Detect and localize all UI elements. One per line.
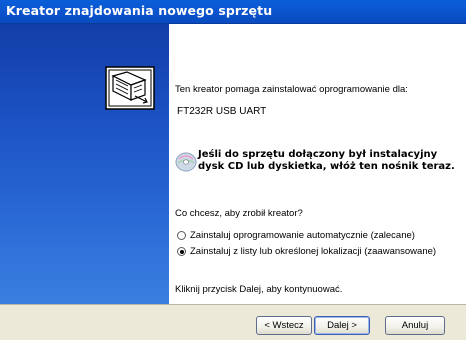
cd-disk-icon [175,152,197,172]
radio-label-from-list[interactable]: Zainstaluj z listy lub określonej lokali… [190,246,436,257]
radio-label-automatic[interactable]: Zainstaluj oprogramowanie automatycznie … [190,230,415,241]
wizard-content: Ten kreator pomaga zainstalować oprogram… [169,24,466,304]
continue-hint: Kliknij przycisk Dalej, aby kontynuować. [175,284,343,295]
button-bar: < Wstecz Dalej > Anuluj [0,304,466,340]
radio-install-from-list[interactable]: Zainstaluj z listy lub określonej lokali… [177,246,436,257]
wizard-question: Co chcesz, aby zrobił kreator? [175,208,303,219]
back-button[interactable]: < Wstecz [256,316,312,335]
next-button[interactable]: Dalej > [314,316,370,335]
insert-media-line1: Jeśli do sprzętu dołączony był instalacy… [198,149,438,160]
device-name: FT232R USB UART [177,106,267,117]
wizard-sidebar [0,24,169,304]
radio-button-automatic[interactable] [177,231,186,240]
cancel-button[interactable]: Anuluj [385,316,445,335]
window-title: Kreator znajdowania nowego sprzętu [6,3,273,18]
hardware-wizard-icon [105,66,155,110]
title-bar[interactable]: Kreator znajdowania nowego sprzętu [0,0,466,24]
radio-button-from-list[interactable] [177,247,186,256]
wizard-window: Kreator znajdowania nowego sprzętu Ten k… [0,0,466,340]
insert-media-line2: dysk CD lub dyskietka, włóż ten nośnik t… [198,161,455,172]
radio-install-automatic[interactable]: Zainstaluj oprogramowanie automatycznie … [177,230,415,241]
insert-media-message: Jeśli do sprzętu dołączony był instalacy… [198,149,455,173]
intro-text: Ten kreator pomaga zainstalować oprogram… [175,84,408,95]
